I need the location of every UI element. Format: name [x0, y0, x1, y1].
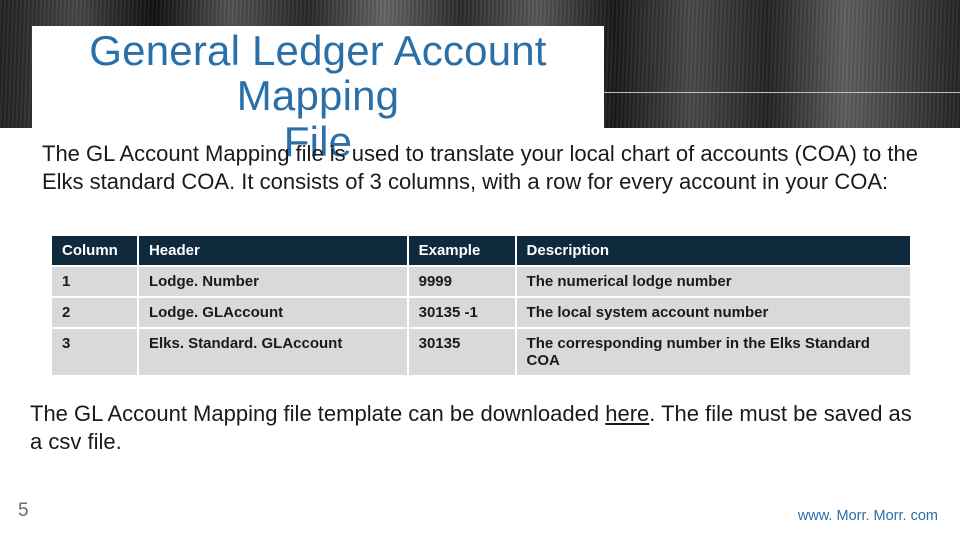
mapping-table: Column Header Example Description 1 Lodg… [52, 236, 912, 377]
cell: Elks. Standard. GLAccount [138, 328, 408, 376]
slide: General Ledger Account Mapping File The … [0, 0, 960, 540]
table-row: 1 Lodge. Number 9999 The numerical lodge… [52, 266, 911, 297]
cell: The corresponding number in the Elks Sta… [516, 328, 911, 376]
page-number: 5 [18, 500, 29, 522]
cell: The local system account number [516, 297, 911, 328]
th-column: Column [52, 236, 138, 266]
th-description: Description [516, 236, 911, 266]
cell: 1 [52, 266, 138, 297]
title-line-1: General Ledger Account Mapping [89, 27, 546, 119]
cell: 2 [52, 297, 138, 328]
cell: 9999 [408, 266, 516, 297]
download-link[interactable]: here [605, 401, 649, 426]
outro-paragraph: The GL Account Mapping file template can… [30, 400, 930, 456]
th-example: Example [408, 236, 516, 266]
title-box: General Ledger Account Mapping File [32, 26, 604, 128]
outro-pre: The GL Account Mapping file template can… [30, 401, 605, 426]
th-header: Header [138, 236, 408, 266]
cell: 3 [52, 328, 138, 376]
cell: 30135 -1 [408, 297, 516, 328]
cell: Lodge. Number [138, 266, 408, 297]
divider-line [604, 92, 960, 93]
cell: The numerical lodge number [516, 266, 911, 297]
table-row: 2 Lodge. GLAccount 30135 -1 The local sy… [52, 297, 911, 328]
table-header-row: Column Header Example Description [52, 236, 911, 266]
table-row: 3 Elks. Standard. GLAccount 30135 The co… [52, 328, 911, 376]
intro-paragraph: The GL Account Mapping file is used to t… [42, 140, 922, 196]
cell: Lodge. GLAccount [138, 297, 408, 328]
cell: 30135 [408, 328, 516, 376]
footer-url: www. Morr. Morr. com [798, 508, 938, 524]
